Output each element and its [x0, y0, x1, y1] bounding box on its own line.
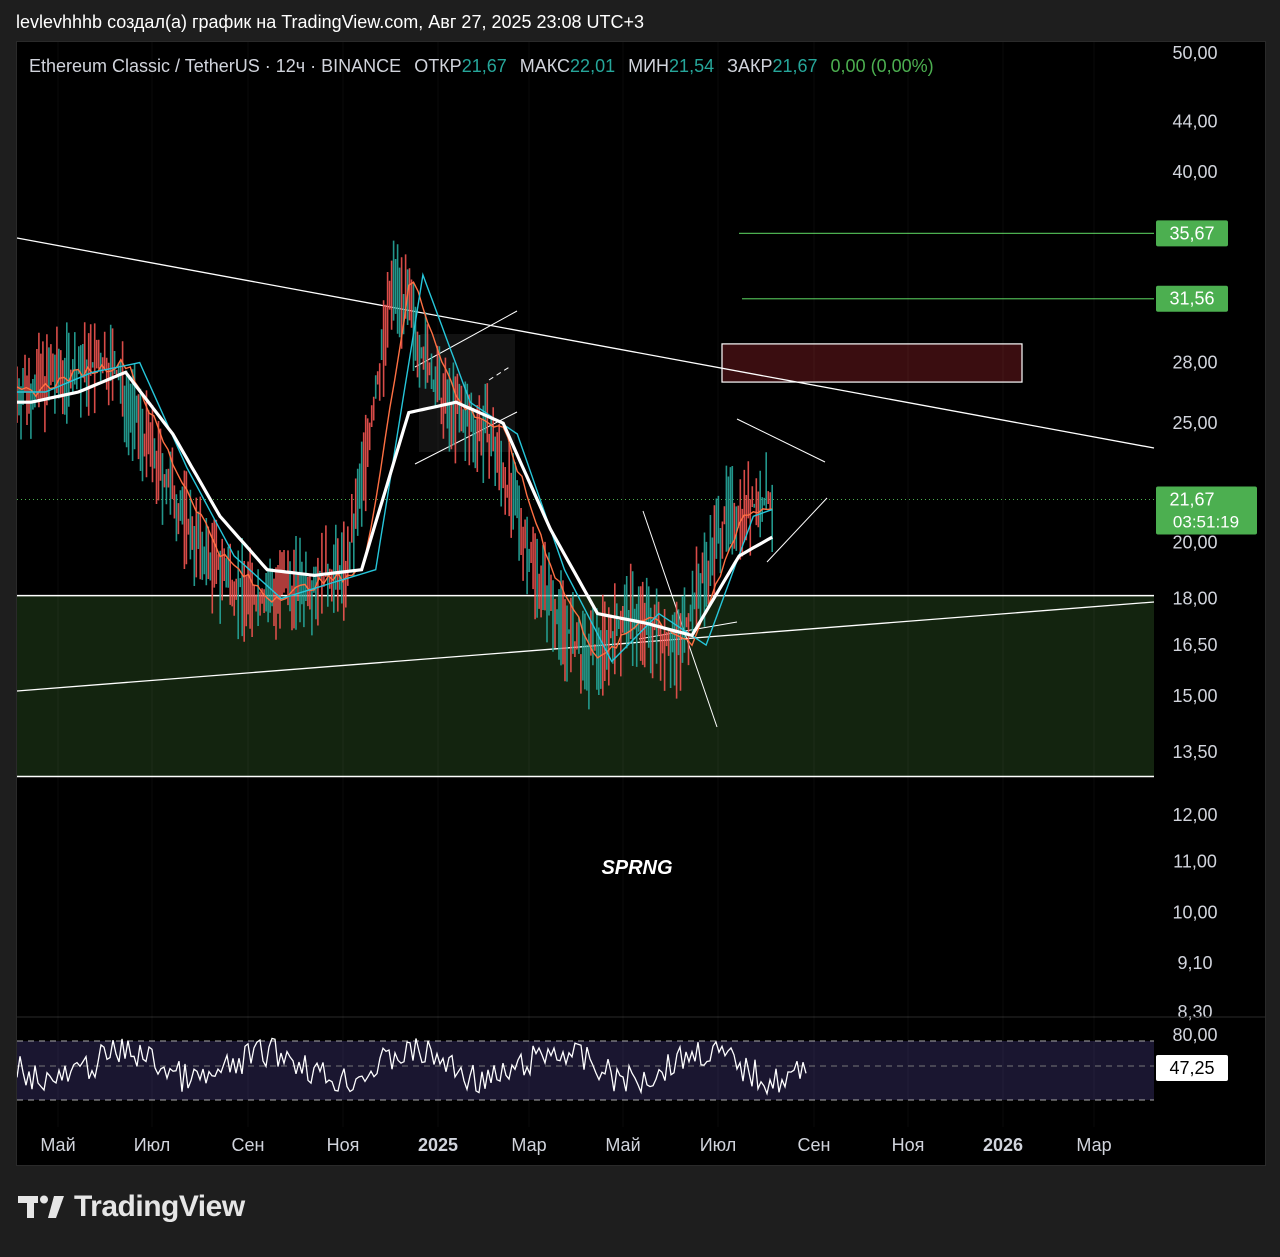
rsi-tick-label: 80,00 [1172, 1025, 1217, 1045]
time-tick-label: Сен [798, 1135, 831, 1155]
price-tick-label: 10,00 [1172, 902, 1217, 922]
price-tick-label: 9,10 [1177, 953, 1212, 973]
price-tick-label: 13,50 [1172, 742, 1217, 762]
time-tick-label: Июл [134, 1135, 171, 1155]
time-tick-label: Ноя [892, 1135, 925, 1155]
time-tick-label: Май [605, 1135, 640, 1155]
price-tick-label: 16,50 [1172, 635, 1217, 655]
flag-bottom [766, 497, 828, 563]
price-tick-label: 50,00 [1172, 43, 1217, 63]
chart-area[interactable]: SPRNG 50,00 44,00 40,00 28,00 25,00 20,00 18,00… [16, 41, 1266, 1166]
price-tick-label: 11,00 [1173, 852, 1217, 872]
tradingview-logo-icon [18, 1195, 64, 1218]
time-tick-label: Сен [232, 1135, 265, 1155]
price-tick-label: 12,00 [1172, 805, 1217, 825]
target-badge-label: 31,56 [1169, 289, 1214, 309]
rsi-band [17, 1041, 1154, 1100]
close-value: 21,67 [772, 56, 818, 76]
price-tick-label: 25,00 [1172, 413, 1217, 433]
chart-attribution: levlevhhhb создал(а) график на TradingVi… [16, 12, 645, 32]
price-tick-label: 28,00 [1172, 353, 1217, 373]
low-value: 21,54 [669, 56, 715, 76]
target-badge-label: 35,67 [1169, 223, 1214, 243]
close-label: ЗАКР [727, 56, 773, 76]
time-tick-label: 2025 [418, 1135, 458, 1155]
last-price-label: 21,67 [1169, 490, 1214, 510]
price-tick-label: 44,00 [1172, 111, 1217, 131]
open-value: 21,67 [461, 56, 507, 76]
descending-trendline [17, 237, 1155, 449]
time-tick-label: Май [40, 1135, 75, 1155]
countdown-label: 03:51:19 [1173, 513, 1239, 532]
rsi-value-label: 47,25 [1169, 1058, 1214, 1078]
high-value: 22,01 [570, 56, 616, 76]
price-tick-label: 20,00 [1172, 532, 1217, 552]
high-label: МАКС [519, 56, 571, 76]
flag-top [736, 418, 826, 463]
price-tick-label: 8,30 [1177, 1002, 1212, 1022]
symbol-name: Ethereum Classic / TetherUS · 12ч · BINA… [29, 56, 402, 76]
tradingview-logo[interactable]: TradingView [18, 1190, 245, 1224]
price-tick-label: 40,00 [1172, 162, 1217, 182]
low-label: МИН [628, 56, 670, 76]
time-tick-label: Мар [511, 1135, 546, 1155]
time-tick-label: 2026 [983, 1135, 1023, 1155]
price-tick-label: 15,00 [1172, 686, 1217, 706]
time-tick-label: Июл [700, 1135, 737, 1155]
time-tick-label: Ноя [327, 1135, 360, 1155]
price-chart[interactable]: SPRNG 50,00 44,00 40,00 28,00 25,00 20,00 18,00… [17, 42, 1265, 1165]
brand-name: TradingView [74, 1190, 245, 1223]
symbol-legend: Ethereum Classic / TetherUS · 12ч · BINA… [29, 56, 934, 77]
time-tick-label: Мар [1076, 1135, 1111, 1155]
price-tick-label: 18,00 [1172, 589, 1217, 609]
sprng-annotation: SPRNG [601, 857, 672, 879]
change-value: 0,00 (0,00%) [830, 56, 934, 76]
open-label: ОТКР [414, 56, 462, 76]
